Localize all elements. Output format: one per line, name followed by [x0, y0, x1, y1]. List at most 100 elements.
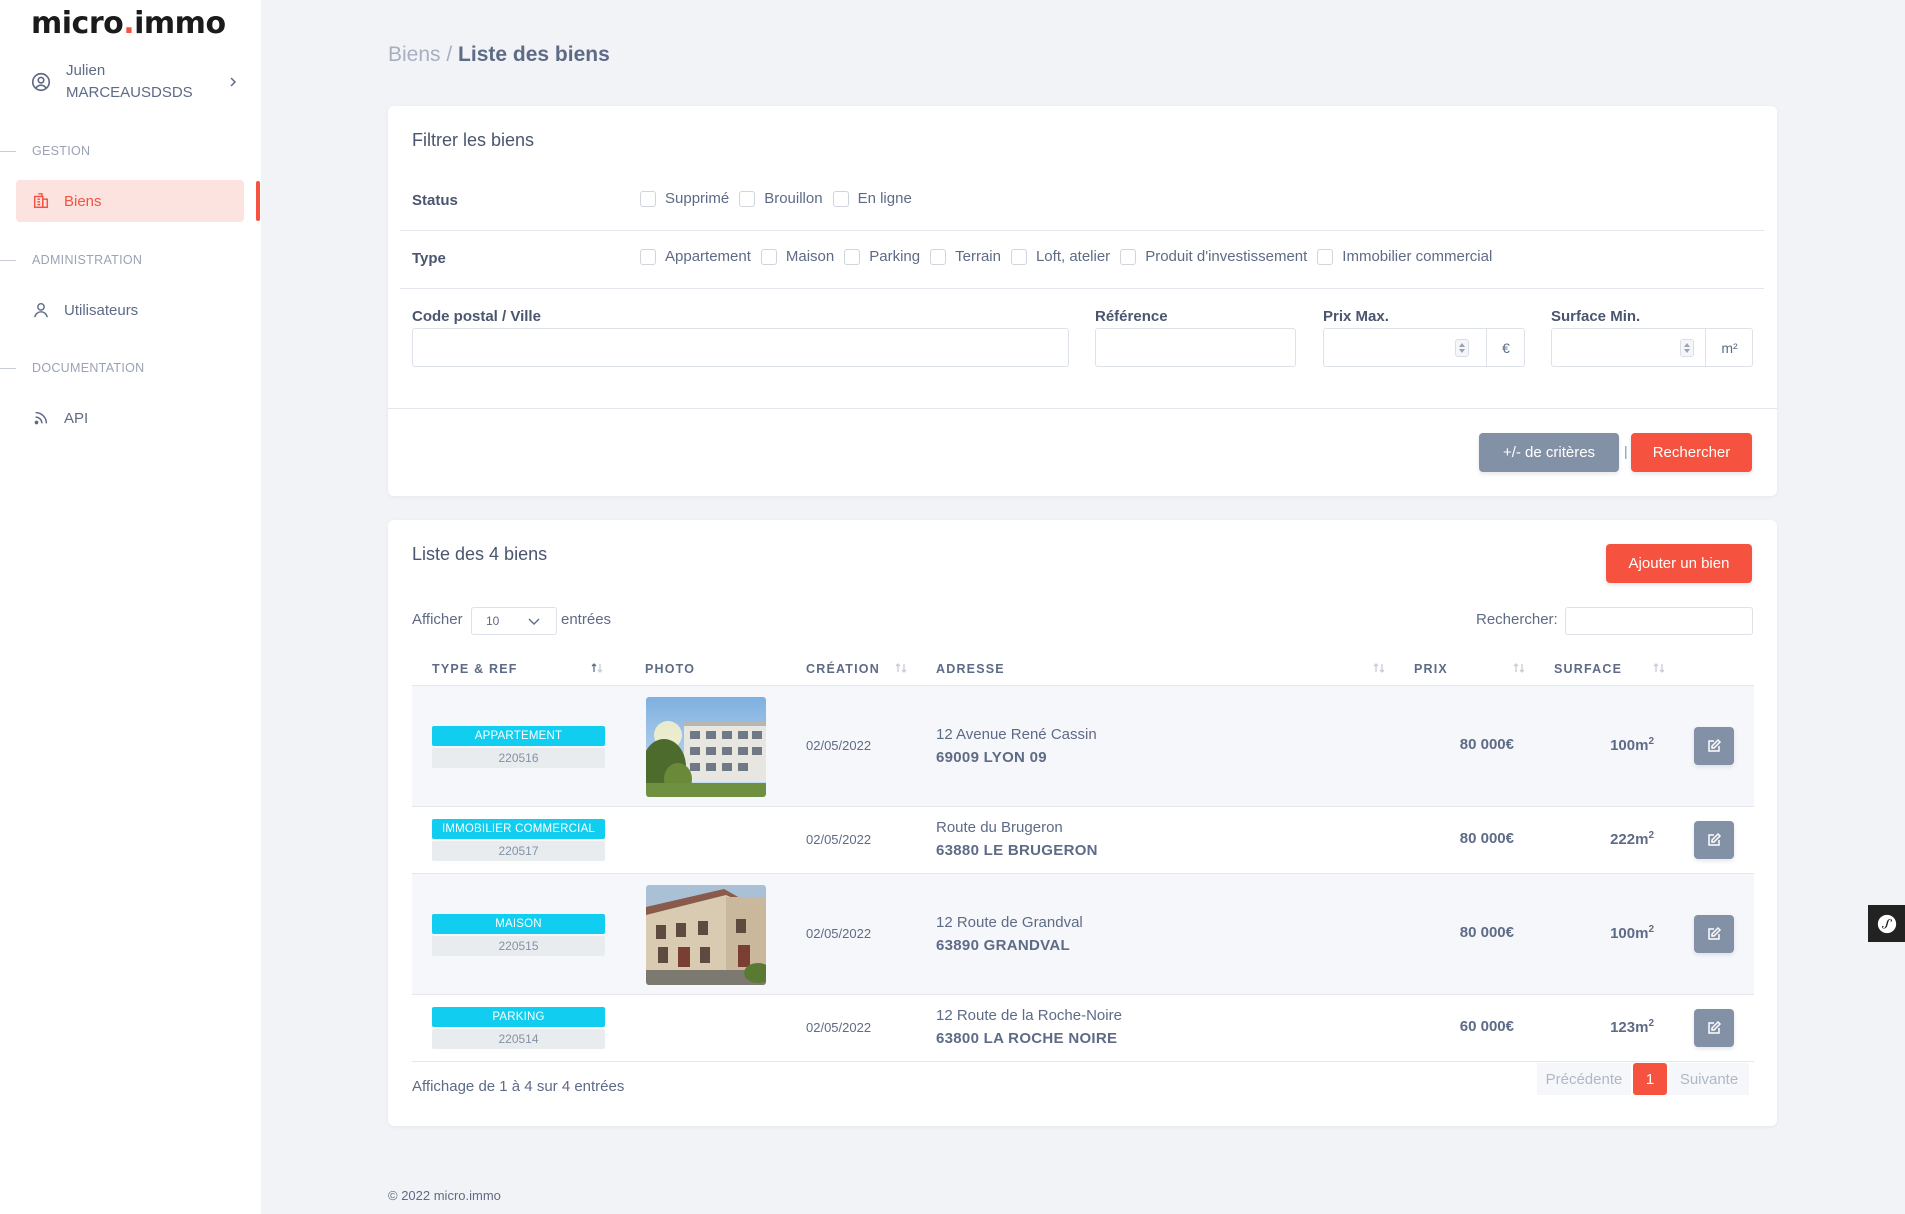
- surface-min-label: Surface Min.: [1551, 308, 1641, 325]
- creation-date: 02/05/2022: [806, 926, 872, 941]
- add-property-button[interactable]: Ajouter un bien: [1606, 544, 1752, 583]
- price: 60 000€: [1459, 1018, 1514, 1035]
- reference-input[interactable]: [1095, 328, 1296, 367]
- sort-icon[interactable]: [894, 661, 908, 675]
- column-surface[interactable]: SURFACE: [1554, 652, 1622, 686]
- column-adresse[interactable]: ADRESSE: [936, 652, 1005, 686]
- type-badge: PARKING: [432, 1007, 605, 1027]
- divider: [400, 230, 1764, 231]
- table-info: Affichage de 1 à 4 sur 4 entrées: [412, 1078, 625, 1095]
- button-separator: |: [1624, 443, 1628, 459]
- pagination-page-1[interactable]: 1: [1633, 1063, 1667, 1095]
- address-street: Route du Brugeron: [936, 819, 1063, 836]
- type-checkbox-maison[interactable]: Maison: [760, 248, 834, 265]
- status-checkbox-brouillon[interactable]: Brouillon: [739, 190, 823, 207]
- column-type-ref[interactable]: TYPE & REF: [432, 652, 518, 686]
- edit-button[interactable]: [1694, 1009, 1734, 1047]
- type-checkbox-parking[interactable]: Parking: [844, 248, 920, 265]
- column-photo: PHOTO: [645, 662, 696, 676]
- property-photo: [646, 697, 766, 797]
- chevron-right-icon: [230, 77, 237, 87]
- list-title: Liste des 4 biens: [412, 544, 548, 564]
- creation-date: 02/05/2022: [806, 738, 872, 753]
- table-row: PARKING 220514 02/05/2022 12 Route de la…: [412, 995, 1754, 1062]
- symfony-toolbar-toggle[interactable]: [1868, 905, 1905, 942]
- page-title: Liste des biens: [458, 43, 610, 66]
- type-checkbox-terrain[interactable]: Terrain: [930, 248, 1001, 265]
- table-row: APPARTEMENT 220516 02/05/2022 12 Avenue …: [412, 686, 1754, 807]
- type-badge: MAISON: [432, 914, 605, 934]
- edit-icon: [1708, 832, 1722, 846]
- edit-button[interactable]: [1694, 915, 1734, 953]
- sidebar-item-biens[interactable]: Biens: [16, 180, 244, 222]
- price-max-label: Prix Max.: [1323, 308, 1389, 325]
- surface: 100m2: [1610, 924, 1654, 942]
- reference-label: Référence: [1095, 308, 1168, 325]
- status-checkbox-supprime[interactable]: Supprimé: [640, 190, 729, 207]
- sidebar-item-label: Biens: [64, 192, 102, 210]
- postal-label: Code postal / Ville: [412, 308, 541, 325]
- type-checkbox-investissement[interactable]: Produit d'investissement: [1120, 248, 1307, 265]
- symfony-icon: [1877, 914, 1896, 933]
- price: 80 000€: [1459, 830, 1514, 847]
- address-street: 12 Route de la Roche-Noire: [936, 1007, 1122, 1024]
- logo[interactable]: micro.immo: [31, 6, 226, 41]
- column-prix[interactable]: PRIX: [1414, 652, 1448, 686]
- type-checkbox-loft[interactable]: Loft, atelier: [1010, 248, 1110, 265]
- filter-title: Filtrer les biens: [412, 130, 535, 150]
- type-options: Appartement Maison Parking Terrain Loft,…: [640, 248, 1502, 265]
- column-creation[interactable]: CRÉATION: [806, 652, 880, 686]
- status-options: Supprimé Brouillon En ligne: [640, 190, 922, 207]
- postal-input[interactable]: [412, 328, 1069, 367]
- surface-min-input[interactable]: m²: [1551, 328, 1753, 367]
- sort-icon[interactable]: [1512, 661, 1526, 675]
- surface-stepper[interactable]: [1680, 339, 1694, 357]
- m2-addon: m²: [1705, 329, 1753, 366]
- edit-icon: [1708, 738, 1722, 752]
- euro-addon: €: [1486, 329, 1525, 366]
- type-label: Type: [412, 250, 446, 267]
- table-row: MAISON 220515 02/05/2022 12 Route de Gra…: [412, 874, 1754, 995]
- more-criteria-button[interactable]: +/- de critères: [1479, 433, 1619, 472]
- surface: 123m2: [1610, 1018, 1654, 1036]
- table-search-input[interactable]: [1565, 607, 1753, 635]
- show-label: Afficher: [412, 611, 463, 628]
- creation-date: 02/05/2022: [806, 1020, 872, 1035]
- pagination-next[interactable]: Suivante: [1669, 1063, 1749, 1095]
- page-size-select[interactable]: 10: [471, 607, 557, 635]
- building-icon: [33, 193, 49, 209]
- chevron-down-icon: [528, 618, 540, 625]
- table-search-label: Rechercher:: [1476, 611, 1558, 628]
- sidebar-item-utilisateurs[interactable]: Utilisateurs: [16, 289, 244, 331]
- edit-button[interactable]: [1694, 821, 1734, 859]
- price-stepper[interactable]: [1455, 339, 1469, 357]
- address-street: 12 Avenue René Cassin: [936, 726, 1097, 743]
- entries-label: entrées: [561, 611, 612, 628]
- sort-icon[interactable]: [1372, 661, 1386, 675]
- type-checkbox-commercial[interactable]: Immobilier commercial: [1317, 248, 1492, 265]
- rss-icon: [34, 411, 48, 425]
- section-label-gestion: GESTION: [0, 143, 90, 159]
- status-checkbox-en-ligne[interactable]: En ligne: [832, 190, 912, 207]
- type-checkbox-appartement[interactable]: Appartement: [640, 248, 751, 265]
- sidebar-item-api[interactable]: API: [16, 397, 244, 439]
- user-menu[interactable]: Julien MARCEAUSDSDS: [30, 60, 240, 104]
- creation-date: 02/05/2022: [806, 832, 872, 847]
- edit-icon: [1708, 1020, 1722, 1034]
- divider: [388, 408, 1777, 409]
- property-photo: [646, 885, 766, 985]
- surface: 100m2: [1610, 736, 1654, 754]
- price-max-input[interactable]: €: [1323, 328, 1525, 367]
- ref-badge: 220515: [432, 936, 605, 956]
- sort-icon[interactable]: [1652, 661, 1666, 675]
- sort-asc-icon[interactable]: [590, 661, 604, 675]
- edit-button[interactable]: [1694, 727, 1734, 765]
- apartment-building-photo: [646, 697, 766, 797]
- type-badge: APPARTEMENT: [432, 726, 605, 746]
- search-button[interactable]: Rechercher: [1631, 433, 1752, 472]
- house-photo: [646, 885, 766, 985]
- surface: 222m2: [1610, 830, 1654, 848]
- breadcrumb-parent[interactable]: Biens: [388, 43, 441, 66]
- price: 80 000€: [1459, 924, 1514, 941]
- pagination-prev[interactable]: Précédente: [1537, 1063, 1631, 1095]
